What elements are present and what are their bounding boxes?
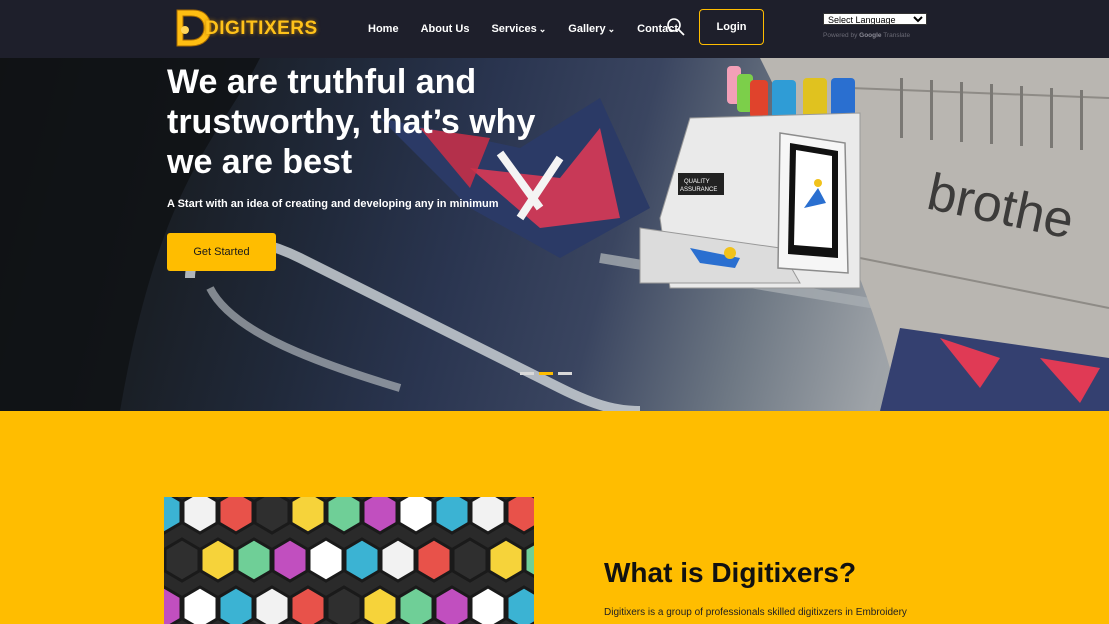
powered-by-label: Powered by <box>823 32 858 39</box>
nav-item-home[interactable]: Home <box>368 23 399 35</box>
hexagon-tile <box>397 585 435 624</box>
hexagon-tile <box>433 497 471 535</box>
hexagon-tile <box>361 497 399 535</box>
hexagon-tile <box>343 537 381 583</box>
search-icon[interactable] <box>666 17 686 37</box>
hexagon-tile <box>181 585 219 624</box>
hexagon-tile <box>289 585 327 624</box>
hexagon-tile <box>487 537 525 583</box>
slider-indicators <box>520 372 572 375</box>
nav-item-label: Gallery <box>568 23 606 35</box>
top-navbar: DIGITIXERS Home About Us Services ⌄ Gallery ⌄… <box>0 0 1109 58</box>
hero-title-line: we are best <box>167 143 353 181</box>
hexagon-tile <box>235 537 273 583</box>
hexagon-tile <box>415 537 453 583</box>
about-title: What is Digitixers? <box>604 557 857 588</box>
google-translate-credit: Powered by Google Translate <box>823 32 910 39</box>
about-text: Digitixers is a group of professionals s… <box>604 607 907 618</box>
hero-title-line: We are truthful and <box>167 63 477 101</box>
about-section: What is Digitixers? Digitixers is a grou… <box>0 411 1109 624</box>
hexagon-art-image <box>164 497 534 624</box>
hexagon-tile <box>199 537 237 583</box>
brand-logo[interactable]: DIGITIXERS <box>171 6 317 50</box>
chevron-down-icon: ⌄ <box>607 23 616 34</box>
get-started-button[interactable]: Get Started <box>167 233 276 271</box>
hexagon-tile <box>181 497 219 535</box>
nav-item-label: Home <box>368 23 399 35</box>
brand-name: DIGITIXERS <box>205 18 318 39</box>
hexagon-tile <box>164 585 183 624</box>
qa-label-line1: QUALITY <box>684 179 710 185</box>
hero-slider: brothe QUALITY ASSURANCE We are truthful… <box>0 58 1109 411</box>
slide-indicator-2[interactable] <box>539 372 553 375</box>
hexagon-tile <box>253 585 291 624</box>
hexagon-tile <box>253 497 291 535</box>
main-menu: Home About Us Services ⌄ Gallery ⌄ Contact <box>368 0 700 58</box>
nav-item-label: About Us <box>420 23 470 35</box>
hexagon-tile <box>361 585 399 624</box>
hexagon-tile <box>289 497 327 535</box>
qa-label-line2: ASSURANCE <box>680 187 717 193</box>
google-label: Google <box>859 32 882 39</box>
hexagon-tile <box>397 497 435 535</box>
quality-machine-illustration: QUALITY ASSURANCE <box>639 66 861 289</box>
login-button[interactable]: Login <box>699 9 764 45</box>
hexagon-tile <box>469 585 507 624</box>
hexagon-tile <box>379 537 417 583</box>
language-select[interactable]: Select Language <box>823 13 927 25</box>
nav-item-about-us[interactable]: About Us <box>421 23 470 35</box>
slide-indicator-3[interactable] <box>558 372 572 375</box>
hero-subtitle: A Start with an idea of creating and dev… <box>167 198 499 210</box>
hexagon-tile <box>505 585 534 624</box>
nav-item-label: Services <box>491 23 537 35</box>
translate-link[interactable]: Translate <box>883 32 910 39</box>
hexagon-tile <box>217 497 255 535</box>
hexagon-tile <box>217 585 255 624</box>
hero-title: We are truthful and trustworthy, that’s … <box>167 62 587 182</box>
hexagon-tile <box>433 585 471 624</box>
hero-title-line: trustworthy, that’s why <box>167 103 536 141</box>
hexagon-tile <box>451 537 489 583</box>
hexagon-tile <box>505 497 534 535</box>
nav-item-services[interactable]: Services ⌄ <box>491 23 546 35</box>
hexagon-tile <box>164 537 201 583</box>
chevron-down-icon: ⌄ <box>538 23 547 34</box>
hexagon-tile <box>469 497 507 535</box>
about-image <box>164 497 534 624</box>
hexagon-tile <box>271 537 309 583</box>
hexagon-tile <box>523 541 534 579</box>
nav-item-gallery[interactable]: Gallery ⌄ <box>568 23 615 35</box>
hexagon-tile <box>325 497 363 535</box>
hexagon-tile <box>307 537 345 583</box>
hexagon-tile <box>325 585 363 624</box>
hexagon-tile <box>164 497 183 535</box>
slide-indicator-1[interactable] <box>520 372 534 375</box>
